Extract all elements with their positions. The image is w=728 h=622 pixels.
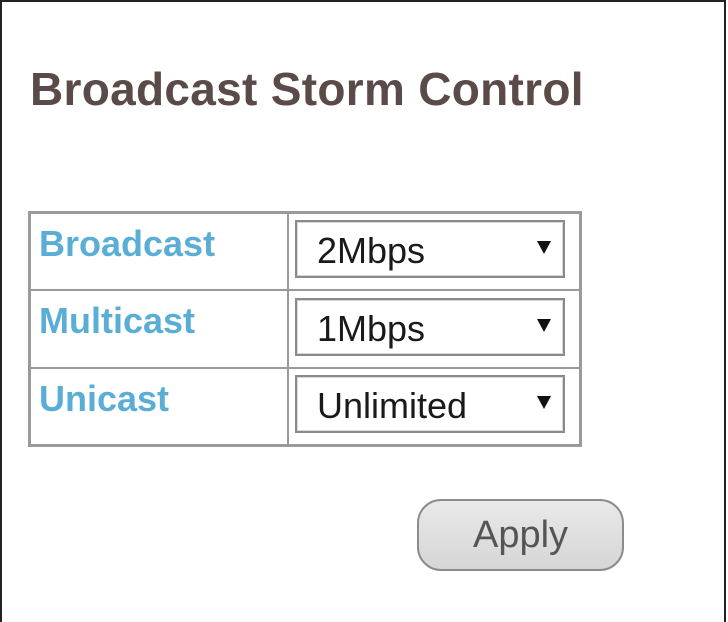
- page-title: Broadcast Storm Control: [30, 63, 584, 115]
- multicast-rate-select[interactable]: 1Mbps: [295, 297, 565, 356]
- multicast-value-cell: 1Mbps: [288, 290, 580, 368]
- storm-control-table: Broadcast 2Mbps Multicast 1Mbps Unicast …: [28, 211, 582, 447]
- table-row-unicast: Unicast Unlimited: [30, 368, 580, 445]
- caret-down-icon: [537, 318, 551, 332]
- caret-down-icon: [537, 396, 551, 409]
- broadcast-rate-select[interactable]: 2Mbps: [295, 220, 565, 278]
- unicast-rate-select[interactable]: Unlimited: [295, 375, 565, 433]
- unicast-label: Unicast: [39, 377, 170, 419]
- broadcast-value-cell: 2Mbps: [288, 213, 580, 290]
- content-frame: Broadcast Storm Control Broadcast 2Mbps …: [0, 0, 726, 622]
- table-row-broadcast: Broadcast 2Mbps: [30, 213, 580, 290]
- broadcast-label-cell: Broadcast: [30, 213, 288, 290]
- broadcast-rate-value: 2Mbps: [317, 230, 426, 271]
- broadcast-label: Broadcast: [39, 222, 216, 264]
- table-row-multicast: Multicast 1Mbps: [30, 290, 580, 368]
- multicast-rate-value: 1Mbps: [317, 307, 426, 349]
- unicast-label-cell: Unicast: [30, 368, 288, 445]
- multicast-label-cell: Multicast: [30, 290, 288, 368]
- unicast-value-cell: Unlimited: [288, 368, 580, 445]
- apply-button[interactable]: Apply: [417, 499, 624, 571]
- multicast-label: Multicast: [39, 300, 196, 341]
- caret-down-icon: [537, 241, 551, 254]
- unicast-rate-value: Unlimited: [317, 385, 468, 426]
